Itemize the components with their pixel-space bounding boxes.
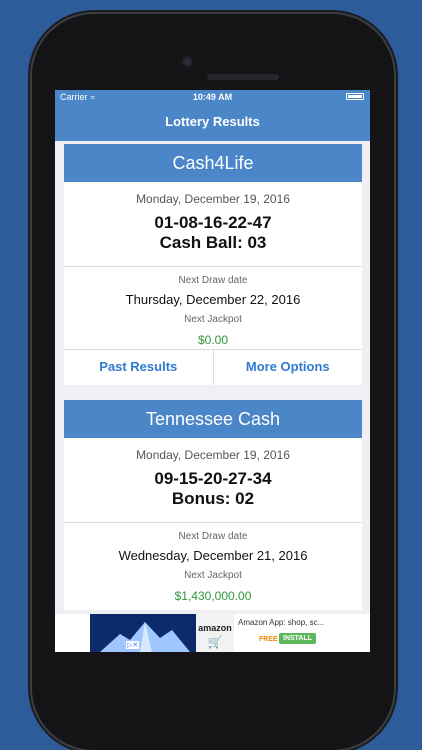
page-title: Lottery Results (165, 114, 260, 129)
more-options-button[interactable]: More Options (212, 350, 363, 385)
next-draw-label: Next Draw date (178, 275, 248, 286)
speaker-grille (207, 74, 279, 80)
extra-ball: Cash Ball: 03 (159, 233, 267, 252)
next-draw-date: Thursday, December 22, 2016 (125, 292, 301, 307)
status-bar: Carrier ≈ 10:49 AM (55, 90, 370, 104)
winning-numbers: 09-15-20-27-34 Bonus: 02 (64, 469, 362, 509)
winning-numbers: 01-08-16-22-47 Cash Ball: 03 (64, 213, 362, 253)
next-jackpot-label: Next Jackpot (184, 314, 242, 325)
extra-ball: Bonus: 02 (171, 489, 255, 508)
next-jackpot-value: $0.00 (197, 333, 229, 347)
card-actions: Past Results More Options (64, 349, 362, 385)
battery-icon (346, 93, 364, 100)
ad-title: Amazon App: shop, sc... (238, 618, 325, 627)
ad-free-label: FREE (259, 636, 278, 643)
mountain-graphic (100, 622, 190, 652)
navigation-bar: Carrier ≈ 10:49 AM Lottery Results (55, 90, 370, 141)
past-results-button[interactable]: Past Results (64, 350, 213, 385)
next-draw-date: Wednesday, December 21, 2016 (118, 548, 308, 563)
divider (64, 266, 362, 267)
lottery-card-cash4life: Cash4Life Monday, December 19, 2016 01-0… (64, 144, 362, 385)
next-jackpot-label: Next Jackpot (184, 570, 242, 581)
status-time: 10:49 AM (192, 92, 233, 102)
numbers-value: 09-15-20-27-34 (154, 469, 272, 488)
divider (64, 522, 362, 523)
numbers-value: 01-08-16-22-47 (154, 213, 272, 232)
ad-install-button[interactable]: INSTALL (279, 633, 317, 644)
amazon-logo: amazon 🛒 (196, 614, 234, 652)
lottery-card-tennessee-cash: Tennessee Cash Monday, December 19, 2016… (64, 400, 362, 610)
next-jackpot-value: $1,430,000.00 (174, 589, 252, 603)
ad-banner[interactable]: ▷✕ amazon 🛒 Amazon App: shop, sc... FREE… (55, 614, 370, 652)
next-draw-label: Next Draw date (178, 531, 248, 542)
adchoices-icon[interactable]: ▷✕ (126, 641, 140, 649)
amazon-wordmark: amazon (198, 623, 232, 633)
app-screen: Carrier ≈ 10:49 AM Lottery Results Cash4L… (55, 90, 370, 652)
draw-date: Monday, December 19, 2016 (136, 448, 290, 462)
draw-date: Monday, December 19, 2016 (136, 192, 290, 206)
card-title: Cash4Life (64, 144, 362, 182)
ad-image[interactable]: ▷✕ (90, 614, 196, 652)
card-title: Tennessee Cash (64, 400, 362, 438)
camera-icon (182, 56, 193, 67)
cart-icon: 🛒 (207, 635, 223, 649)
